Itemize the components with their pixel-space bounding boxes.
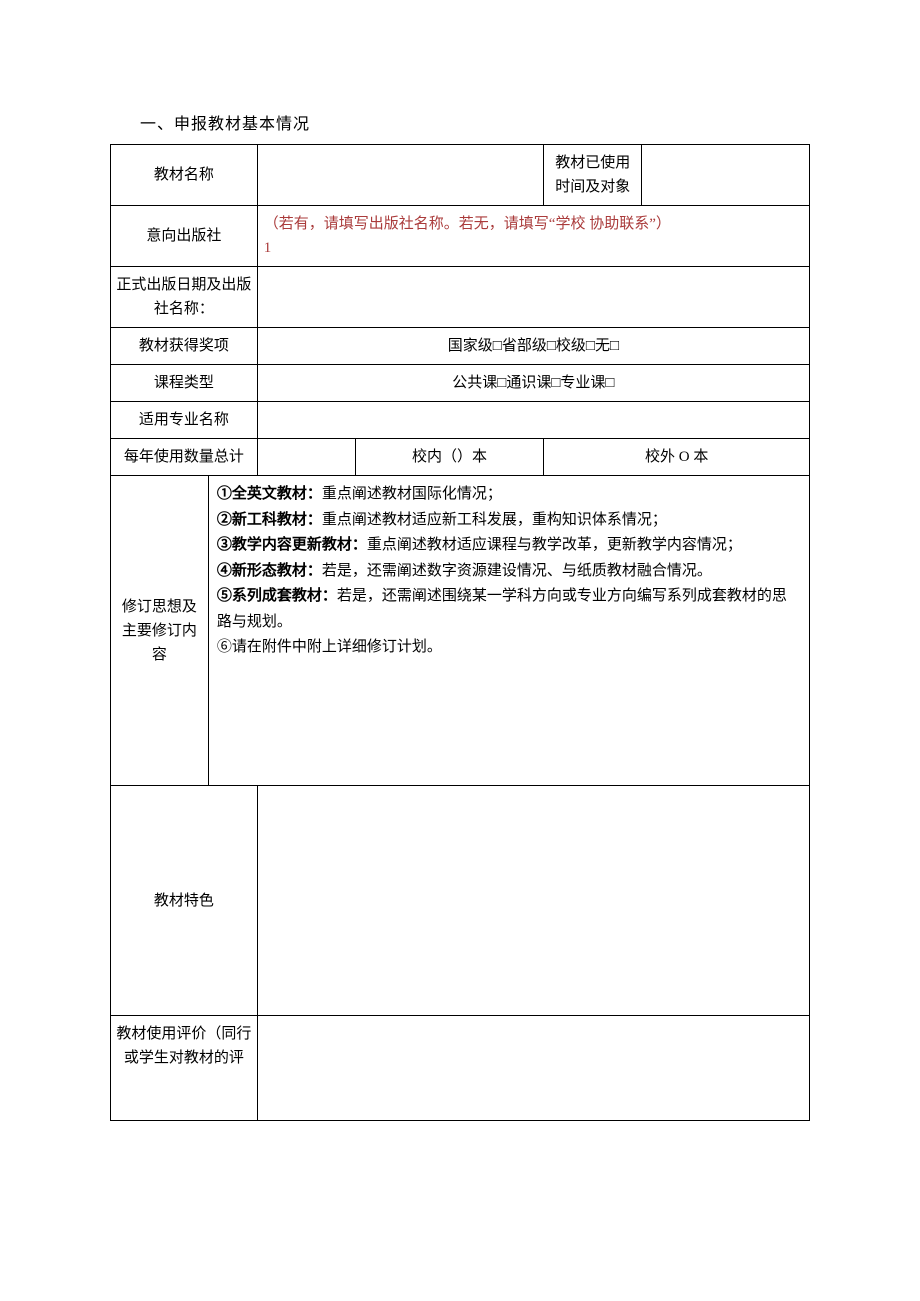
publisher-hint-text: （若有，请填写出版社名称。若无，请填写“学校 协助联系”） (264, 216, 671, 232)
field-publisher-intent[interactable]: （若有，请填写出版社名称。若无，请填写“学校 协助联系”） 1 (257, 206, 809, 267)
publisher-hint-num: 1 (264, 240, 272, 256)
field-revision[interactable]: ①全英文教材：重点阐述教材国际化情况； ②新工科教材：重点阐述教材适应新工科发展… (208, 476, 809, 786)
section-heading: 一、申报教材基本情况 (110, 110, 810, 134)
label-publish-date: 正式出版日期及出版社名称： (111, 267, 258, 328)
revision-line-6: ⑥请在附件中附上详细修订计划。 (217, 635, 801, 661)
field-usage-time[interactable] (642, 145, 810, 206)
label-major: 适用专业名称 (111, 402, 258, 439)
revision-line-2: ②新工科教材：重点阐述教材适应新工科发展，重构知识体系情况； (217, 508, 801, 534)
field-course-type[interactable]: 公共课□通识课□专业课□ (257, 365, 809, 402)
label-course-type: 课程类型 (111, 365, 258, 402)
field-annual-qty-1[interactable] (257, 439, 355, 476)
field-major[interactable] (257, 402, 809, 439)
field-publish-date[interactable] (257, 267, 809, 328)
field-features[interactable] (257, 786, 809, 1016)
revision-line-3: ③教学内容更新教材：重点阐述教材适应课程与教学改革，更新教学内容情况； (217, 533, 801, 559)
label-features: 教材特色 (111, 786, 258, 1016)
label-annual-qty: 每年使用数量总计 (111, 439, 258, 476)
field-textbook-name[interactable] (257, 145, 544, 206)
label-usage-time: 教材已使用时间及对象 (544, 145, 642, 206)
label-textbook-name: 教材名称 (111, 145, 258, 206)
label-awards: 教材获得奖项 (111, 328, 258, 365)
field-evaluation[interactable] (257, 1016, 809, 1121)
revision-line-5: ⑤系列成套教材：若是，还需阐述围绕某一学科方向或专业方向编写系列成套教材的思路与… (217, 584, 801, 635)
field-annual-qty-in[interactable]: 校内（）本 (355, 439, 544, 476)
label-revision: 修订思想及主要修订内容 (111, 476, 209, 786)
field-awards[interactable]: 国家级□省部级□校级□无□ (257, 328, 809, 365)
label-evaluation: 教材使用评价（同行或学生对教材的评 (111, 1016, 258, 1121)
field-annual-qty-out[interactable]: 校外 O 本 (544, 439, 810, 476)
form-table: 教材名称 教材已使用时间及对象 意向出版社 （若有，请填写出版社名称。若无，请填… (110, 144, 810, 1121)
revision-line-4: ④新形态教材：若是，还需阐述数字资源建设情况、与纸质教材融合情况。 (217, 559, 801, 585)
label-publisher-intent: 意向出版社 (111, 206, 258, 267)
revision-line-1: ①全英文教材：重点阐述教材国际化情况； (217, 482, 801, 508)
